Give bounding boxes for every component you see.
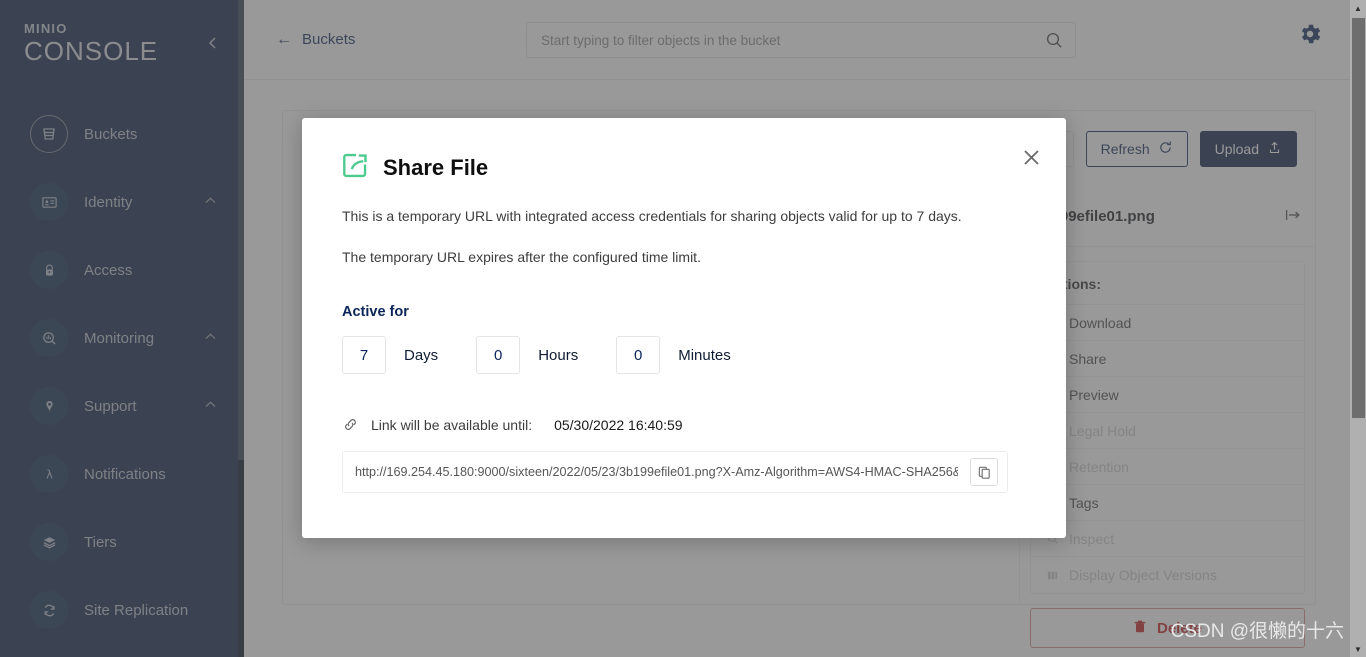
modal-title: Share File [383, 155, 489, 180]
minutes-input[interactable] [616, 336, 661, 375]
availability-label: Link will be available until: [371, 416, 533, 433]
close-icon[interactable] [1018, 144, 1044, 170]
days-unit-label: Days [404, 346, 439, 364]
scroll-up-arrow-icon[interactable]: ▲ [1350, 0, 1366, 16]
share-file-modal: Share File This is a temporary URL with … [302, 118, 1066, 538]
share-url-input[interactable] [343, 465, 970, 480]
days-input[interactable] [342, 336, 386, 375]
copy-icon[interactable] [970, 458, 998, 487]
modal-header: Share File [302, 118, 1066, 184]
browser-scrollbar[interactable]: ▲ ▼ [1350, 0, 1366, 657]
minio-console-app: MINIO CONSOLE Buckets Identity [0, 0, 1366, 657]
scroll-down-arrow-icon[interactable]: ▼ [1350, 641, 1366, 657]
active-for-label: Active for [342, 304, 409, 321]
share-file-icon [342, 152, 369, 184]
hours-unit-label: Hours [538, 346, 579, 364]
browser-scrollbar-thumb[interactable] [1352, 18, 1365, 418]
share-url-field[interactable] [342, 451, 1008, 494]
link-icon [342, 416, 359, 433]
modal-description-2: The temporary URL expires after the conf… [342, 249, 701, 266]
minutes-unit-label: Minutes [678, 346, 731, 364]
modal-description-1: This is a temporary URL with integrated … [342, 208, 962, 224]
availability-date: 05/30/2022 16:40:59 [554, 416, 683, 433]
hours-input[interactable] [476, 336, 521, 375]
modal-body: This is a temporary URL with integrated … [302, 207, 1066, 494]
watermark: CSDN @很懒的十六 [1170, 621, 1344, 642]
link-availability: Link will be available until: 05/30/2022… [342, 416, 1026, 433]
duration-controls: Days Hours Minutes [342, 336, 1026, 375]
